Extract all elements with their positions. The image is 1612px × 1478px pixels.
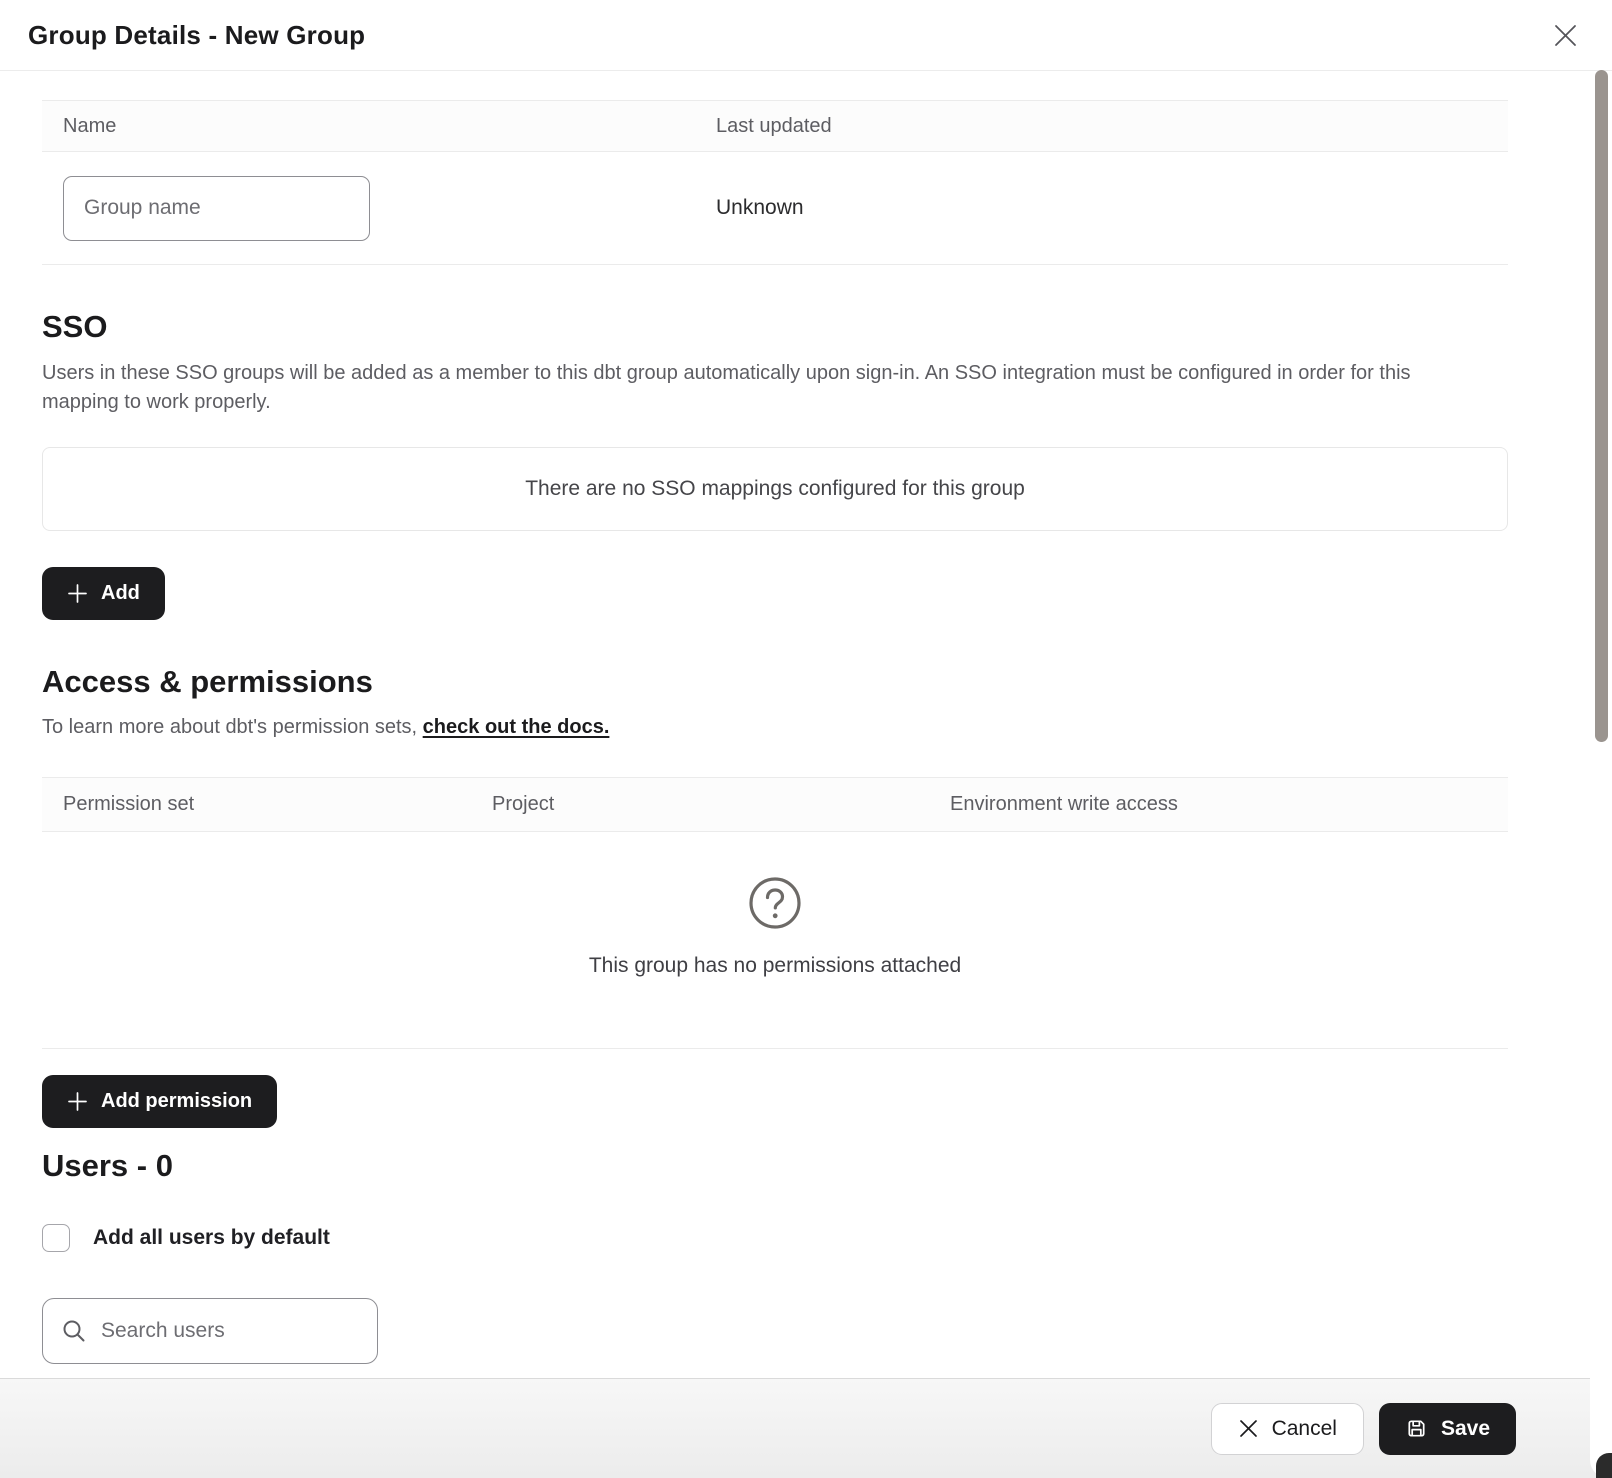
permissions-empty-text: This group has no permissions attached	[589, 954, 961, 978]
magnifier-icon	[61, 1318, 87, 1344]
users-heading: Users - 0	[42, 1148, 1508, 1184]
permissions-empty-state: This group has no permissions attached	[42, 832, 1508, 1049]
dialog-title: Group Details - New Group	[28, 20, 365, 51]
plus-icon	[67, 583, 88, 604]
sso-description: Users in these SSO groups will be added …	[42, 359, 1472, 417]
plus-icon	[67, 1091, 88, 1112]
modal-header: Group Details - New Group	[0, 0, 1612, 71]
column-header-last-updated: Last updated	[716, 115, 832, 138]
table-row: Unknown	[42, 152, 1508, 265]
modal-footer: Cancel Save	[0, 1378, 1612, 1478]
corner-widget	[1596, 1453, 1612, 1478]
group-name-table-header: Name Last updated	[42, 100, 1508, 152]
search-users-input[interactable]	[101, 1319, 341, 1343]
group-name-table: Name Last updated Unknown	[42, 100, 1508, 265]
floppy-disk-icon	[1405, 1417, 1428, 1440]
permissions-table: Permission set Project Environment write…	[42, 777, 1508, 1049]
permissions-heading: Access & permissions	[42, 664, 1508, 700]
question-circle-icon	[748, 876, 802, 930]
close-button[interactable]	[1548, 18, 1582, 52]
sso-empty-state: There are no SSO mappings configured for…	[42, 447, 1508, 531]
docs-link[interactable]: check out the docs.	[423, 716, 610, 738]
add-all-users-checkbox[interactable]	[42, 1224, 70, 1252]
add-all-users-label: Add all users by default	[93, 1226, 330, 1250]
column-header-environment-write-access: Environment write access	[950, 793, 1178, 816]
group-name-cell	[42, 176, 716, 241]
add-sso-mapping-button[interactable]: Add	[42, 567, 165, 620]
search-users-box	[42, 1298, 378, 1364]
permissions-description: To learn more about dbt's permission set…	[42, 716, 1508, 739]
close-icon	[1552, 22, 1579, 49]
permissions-description-text: To learn more about dbt's permission set…	[42, 716, 423, 738]
add-permission-label: Add permission	[101, 1090, 252, 1113]
save-label: Save	[1441, 1417, 1490, 1441]
sso-heading: SSO	[42, 309, 1508, 345]
x-icon	[1238, 1418, 1259, 1439]
column-header-project: Project	[492, 793, 950, 816]
column-header-permission-set: Permission set	[42, 793, 492, 816]
last-updated-value: Unknown	[716, 196, 804, 220]
save-button[interactable]: Save	[1379, 1403, 1516, 1455]
cancel-button[interactable]: Cancel	[1211, 1403, 1364, 1455]
modal-body: Name Last updated Unknown SSO Users in t…	[0, 100, 1612, 1364]
add-permission-button[interactable]: Add permission	[42, 1075, 277, 1128]
column-header-name: Name	[42, 115, 716, 138]
scrollbar-thumb[interactable]	[1595, 70, 1608, 742]
group-name-input[interactable]	[63, 176, 370, 241]
cancel-label: Cancel	[1272, 1417, 1337, 1441]
add-sso-mapping-label: Add	[101, 582, 140, 605]
add-all-users-row: Add all users by default	[42, 1224, 1508, 1252]
permissions-table-header: Permission set Project Environment write…	[42, 777, 1508, 832]
